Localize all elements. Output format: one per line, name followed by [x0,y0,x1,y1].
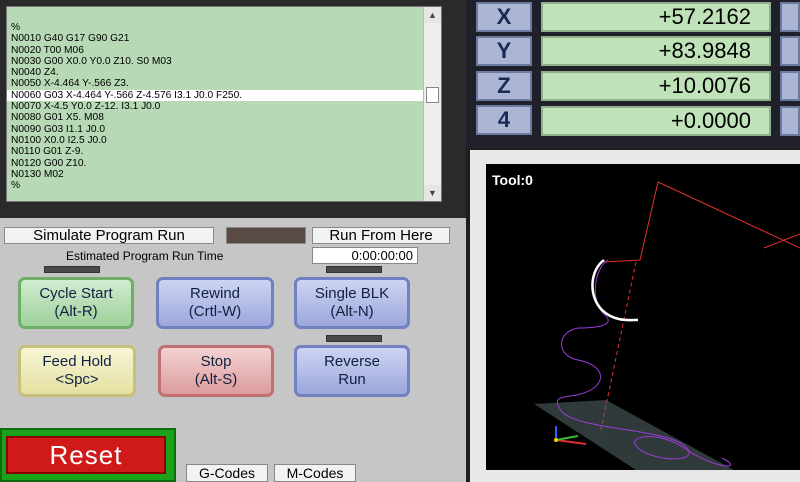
gcode-line[interactable]: N0050 X-4.464 Y-.566 Z3. [11,78,421,89]
single-blk-led [326,266,382,273]
reverse-run-led [326,335,382,342]
estimated-run-time-label: Estimated Program Run Time [66,249,224,263]
current-path [591,258,639,322]
gcode-listing[interactable]: % N0010 G40 G17 G90 G21 N0020 T00 M06 N0030… [6,6,442,202]
rewind-line2: (Crtl-W) [188,303,242,320]
gcode-line[interactable]: N0020 T00 M06 [11,45,421,56]
estimated-run-time-value: 0:00:00:00 [312,247,418,264]
gcode-line[interactable]: N0010 G40 G17 G90 G21 [11,33,421,44]
reverse-run-line1: Reverse [324,353,380,370]
simulate-program-run-button[interactable]: Simulate Program Run [4,227,214,244]
axis-z-button[interactable]: Z [476,71,532,101]
gcode-line[interactable]: N0040 Z4. [11,67,421,78]
dro-x-value[interactable]: +57.2162 [541,2,771,32]
gcode-line[interactable]: % [11,22,421,33]
stop-line2: (Alt-S) [194,371,238,388]
axis-triad-y [555,435,579,441]
dro-x-side[interactable] [780,2,800,32]
dro-z-side[interactable] [780,71,800,101]
stop-button[interactable]: Stop (Alt-S) [158,345,274,397]
gcode-line[interactable]: N0090 G03 I1.1 J0.0 [11,124,421,135]
rapid-line [657,181,800,249]
cycle-start-button[interactable]: Cycle Start (Alt-R) [18,277,134,329]
simulate-indicator [226,227,306,244]
rewind-line1: Rewind [189,285,241,302]
feed-hold-button[interactable]: Feed Hold <Spc> [18,345,136,397]
gcode-line[interactable]: N0070 X-4.5 Y0.0 Z-12. I3.1 J0.0 [11,101,421,112]
reverse-run-line2: Run [338,371,366,388]
gcode-scrollbar[interactable]: ▲ ▼ [423,7,441,201]
reset-button[interactable]: Reset [6,436,166,474]
scroll-down-icon[interactable]: ▼ [424,185,441,201]
stop-line1: Stop [200,353,232,370]
gcode-line[interactable]: N0120 G00 Z10. [11,158,421,169]
gcode-line[interactable]: N0030 G00 X0.0 Y0.0 Z10. S0 M03 [11,56,421,67]
tool-label: Tool:0 [492,172,533,188]
axis-4-button[interactable]: 4 [476,105,532,135]
dro-y-value[interactable]: +83.9848 [541,36,771,66]
gcode-line[interactable]: N0080 G01 X5. M08 [11,112,421,123]
axis-x-button[interactable]: X [476,2,532,32]
dro-z-value[interactable]: +10.0076 [541,71,771,101]
axis-y-button[interactable]: Y [476,36,532,66]
origin-marker [554,438,558,442]
cycle-start-line2: (Alt-R) [54,303,98,320]
gcode-lines: % N0010 G40 G17 G90 G21 N0020 T00 M06 N0030… [7,22,423,191]
toolpath-svg [534,181,800,470]
dro-4-value[interactable]: +0.0000 [541,106,771,136]
single-blk-line2: (Alt-N) [330,303,374,320]
scroll-thumb[interactable] [426,87,439,103]
m-codes-button[interactable]: M-Codes [274,464,356,482]
run-from-here-button[interactable]: Run From Here [312,227,450,244]
gcode-line[interactable]: N0100 X0.0 I2.5 J0.0 [11,135,421,146]
dro-y-side[interactable] [780,36,800,66]
cycle-start-led [44,266,100,273]
axis-triad-x [555,439,587,445]
single-blk-line1: Single BLK [314,285,390,302]
scroll-up-icon[interactable]: ▲ [424,7,441,23]
rapid-line [603,181,659,263]
single-blk-button[interactable]: Single BLK (Alt-N) [294,277,410,329]
cycle-start-line1: Cycle Start [39,285,113,302]
dro-4-side[interactable] [780,106,800,136]
gcode-line[interactable]: N0060 G03 X-4.464 Y-.566 Z-4.576 I3.1 J0… [7,89,423,102]
rewind-button[interactable]: Rewind (Crtl-W) [156,277,274,329]
feed-hold-line1: Feed Hold [42,353,112,370]
gcode-line[interactable]: N0110 G01 Z-9. [11,146,421,157]
g-codes-button[interactable]: G-Codes [186,464,268,482]
gcode-line[interactable]: N0130 M02 [11,169,421,180]
toolpath-display[interactable] [486,164,800,470]
feed-hold-line2: <Spc> [55,371,99,388]
gcode-line[interactable]: % [11,180,421,191]
reverse-run-button[interactable]: Reverse Run [294,345,410,397]
